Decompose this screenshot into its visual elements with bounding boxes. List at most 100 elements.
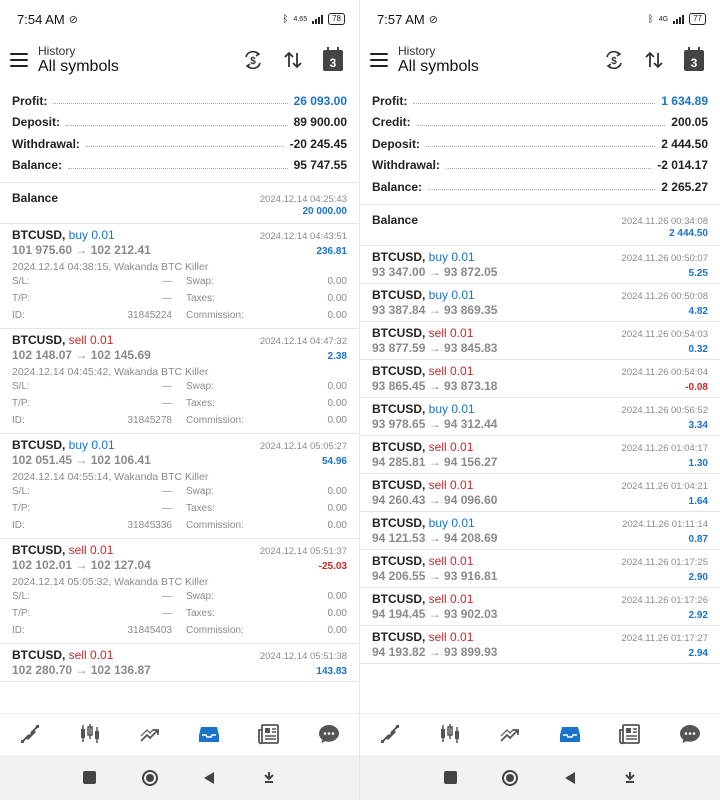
trade-prices: 93 978.65 → 94 312.44 [372, 416, 498, 431]
back-icon[interactable] [196, 765, 222, 791]
trade-details: S/L: — Swap: 0.00 T/P: — Taxes: 0.00 ID: 31845403… [12, 588, 347, 639]
summary-panel: Profit: 26 093.00 Deposit: 89 900.00 Withdra… [0, 82, 359, 183]
trade-prices: 102 148.07 → 102 145.69 [12, 348, 151, 362]
trade-row[interactable]: BTCUSD, sell 0.01 2024.11.26 00:54:03 93 8… [360, 322, 720, 360]
history-inbox-icon[interactable] [194, 719, 224, 749]
chart-candles-icon[interactable] [75, 719, 105, 749]
toolbar-title: History All symbols [398, 44, 602, 76]
dotted-leader [413, 103, 656, 105]
trade-row[interactable]: BTCUSD, sell 0.01 2024.11.26 01:17:25 94 2… [360, 550, 720, 588]
menu-icon[interactable] [370, 53, 388, 67]
detail-label: Taxes: [186, 608, 215, 619]
trade-symbol: BTCUSD, sell 0.01 [372, 325, 474, 340]
trade-datetime: 2024.11.26 00:54:04 [621, 366, 708, 378]
balance-entry[interactable]: Balance 2024.11.26 00:34:08 2 444.50 [360, 205, 720, 246]
trade-row[interactable]: BTCUSD, sell 0.01 2024.11.26 01:17:27 94 1… [360, 626, 720, 664]
trade-datetime: 2024.12.14 05:51:37 [259, 546, 347, 557]
quotes-icon[interactable] [15, 719, 45, 749]
chart-candles-icon[interactable] [435, 719, 465, 749]
calendar-icon[interactable]: 3 [321, 46, 345, 72]
summary-value: -20 245.45 [289, 136, 347, 151]
detail-value: — [162, 293, 172, 304]
back-icon[interactable] [557, 765, 583, 791]
trade-sub: 94 121.53 → 94 208.69 0.87 [372, 531, 708, 545]
summary-panel: Profit: 1 634.89 Credit: 200.05 Deposit: 2 44… [360, 82, 720, 205]
home-icon[interactable] [497, 765, 523, 791]
trade-icon[interactable] [135, 719, 165, 749]
trade-row[interactable]: BTCUSD, sell 0.01 2024.12.14 04:47:32 102 … [0, 329, 359, 434]
symbol-filter[interactable]: All symbols [398, 58, 602, 76]
home-icon[interactable] [137, 765, 163, 791]
trade-prices: 94 121.53 → 94 208.69 [372, 530, 498, 545]
balance-amount: 2 444.50 [669, 227, 708, 239]
trade-row[interactable]: BTCUSD, sell 0.01 2024.11.26 00:54:04 93 8… [360, 360, 720, 398]
detail-label: Taxes: [186, 293, 215, 304]
trade-datetime: 2024.11.26 00:50:07 [621, 252, 708, 264]
trade-side: sell 0.01 [428, 363, 474, 378]
menu-icon[interactable] [10, 53, 28, 67]
news-icon[interactable] [615, 719, 645, 749]
detail-label: Commission: [186, 520, 244, 531]
trade-sub: 93 347.00 → 93 872.05 5.25 [372, 265, 708, 279]
detail-value: — [162, 608, 172, 619]
summary-value: -2 014.17 [657, 158, 708, 173]
trade-row[interactable]: BTCUSD, buy 0.01 2024.11.26 00:50:08 93 38… [360, 284, 720, 322]
trade-details: S/L: — Swap: 0.00 T/P: — Taxes: 0.00 ID: 31845278… [12, 378, 347, 429]
recent-apps-icon[interactable] [77, 765, 103, 791]
trade-row[interactable]: BTCUSD, buy 0.01 2024.11.26 00:50:07 93 34… [360, 246, 720, 284]
trade-icon[interactable] [495, 719, 525, 749]
trade-row[interactable]: BTCUSD, buy 0.01 2024.11.26 00:56:52 93 97… [360, 398, 720, 436]
trade-row[interactable]: BTCUSD, sell 0.01 2024.12.14 05:51:37 102 … [0, 539, 359, 644]
trade-details: S/L: — Swap: 0.00 T/P: — Taxes: 0.00 ID: 31845224… [12, 273, 347, 324]
detail-value: — [162, 381, 172, 392]
trade-row[interactable]: BTCUSD, sell 0.01 2024.11.26 01:17:26 94 1… [360, 588, 720, 626]
trade-row[interactable]: BTCUSD, sell 0.01 2024.11.26 01:04:21 94 2… [360, 474, 720, 512]
detail-label: Commission: [186, 310, 244, 321]
trade-profit: 1.30 [688, 457, 708, 469]
summary-value: 1 634.89 [661, 93, 708, 108]
balance-entry[interactable]: Balance 2024.12.14 04:25:43 20 000.00 [0, 183, 359, 224]
bottom-nav [0, 713, 359, 753]
trade-row[interactable]: BTCUSD, buy 0.01 2024.11.26 01:11:14 94 12… [360, 512, 720, 550]
detail-value: 0.00 [327, 486, 347, 497]
messages-icon[interactable] [675, 719, 705, 749]
hide-keyboard-icon[interactable] [256, 765, 282, 791]
network-speed: 4.65 [293, 15, 308, 23]
trade-side: buy 0.01 [428, 401, 475, 416]
summary-row: Credit: 200.05 [372, 112, 708, 134]
toolbar: History All symbols $ 3 [0, 38, 359, 82]
summary-row: Deposit: 2 444.50 [372, 133, 708, 155]
sort-icon[interactable] [281, 48, 305, 72]
trade-row[interactable]: BTCUSD, buy 0.01 2024.12.14 05:05:27 102 0… [0, 434, 359, 539]
history-inbox-icon[interactable] [555, 719, 585, 749]
messages-icon[interactable] [314, 719, 344, 749]
hide-keyboard-icon[interactable] [617, 765, 643, 791]
news-icon[interactable] [254, 719, 284, 749]
summary-label: Profit: [372, 93, 408, 108]
calendar-icon[interactable]: 3 [682, 46, 706, 72]
trade-side: buy 0.01 [428, 287, 475, 302]
trade-side: sell 0.01 [428, 629, 474, 644]
trade-profit: 236.81 [316, 246, 347, 257]
trade-sub: 94 194.45 → 93 902.03 2.92 [372, 607, 708, 621]
recent-apps-icon[interactable] [437, 765, 463, 791]
trade-prices: 93 877.59 → 93 845.83 [372, 340, 498, 355]
signal-icon [312, 14, 324, 24]
trade-side: buy 0.01 [68, 438, 115, 452]
trade-header: BTCUSD, sell 0.01 2024.11.26 01:17:25 [372, 554, 708, 568]
sort-icon[interactable] [642, 48, 666, 72]
currency-exchange-icon[interactable]: $ [602, 48, 626, 72]
trade-row[interactable]: BTCUSD, sell 0.01 2024.12.14 05:51:38 102 … [0, 644, 359, 682]
trade-profit: 54.96 [321, 456, 347, 467]
quotes-icon[interactable] [375, 719, 405, 749]
trade-datetime: 2024.12.14 04:47:32 [259, 336, 347, 347]
summary-label: Balance: [372, 179, 423, 194]
currency-exchange-icon[interactable]: $ [241, 48, 265, 72]
trade-row[interactable]: BTCUSD, sell 0.01 2024.11.26 01:04:17 94 2… [360, 436, 720, 474]
calendar-day: 3 [323, 46, 343, 71]
symbol-filter[interactable]: All symbols [38, 58, 241, 76]
trade-symbol: BTCUSD, sell 0.01 [12, 543, 114, 557]
dotted-leader [85, 146, 284, 148]
detail-value: — [162, 398, 172, 409]
trade-row[interactable]: BTCUSD, buy 0.01 2024.12.14 04:43:51 101 9… [0, 224, 359, 329]
